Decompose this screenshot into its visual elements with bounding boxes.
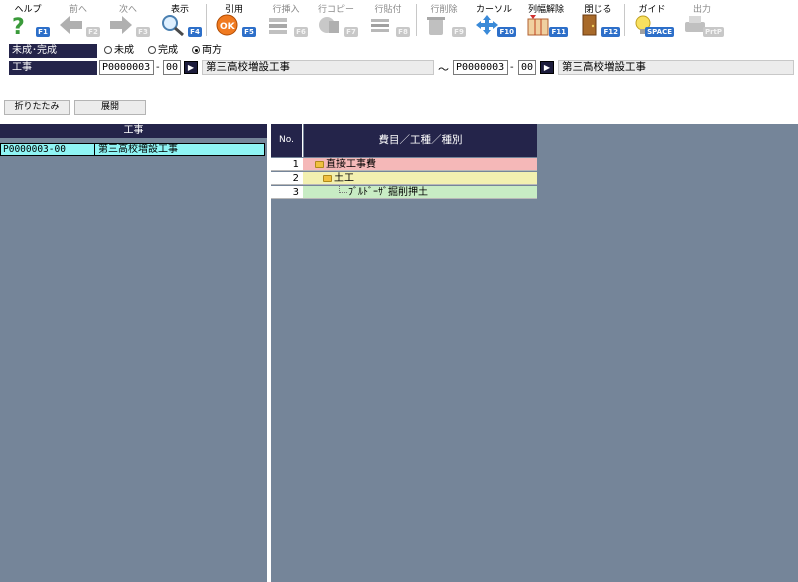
tree-branch-icon bbox=[339, 186, 347, 193]
radio-complete-indicator bbox=[148, 46, 156, 54]
row-label-cell: 土工 bbox=[303, 172, 537, 185]
radio-both-indicator bbox=[192, 46, 200, 54]
f6-key-badge: F6 bbox=[294, 27, 308, 37]
table-row[interactable]: 2 土工 bbox=[271, 172, 537, 185]
row-insert-icon bbox=[269, 18, 287, 34]
from-lookup-button[interactable]: ▶ bbox=[184, 61, 198, 74]
to-project-name: 第三高校増設工事 bbox=[558, 60, 794, 75]
f11-key-badge: F11 bbox=[549, 27, 568, 37]
prev-button[interactable]: 前へ F2 bbox=[54, 1, 102, 39]
from-project-sub-input[interactable]: 00 bbox=[163, 60, 181, 75]
col-header-no: No. bbox=[271, 124, 303, 157]
f1-key-badge: F1 bbox=[36, 27, 50, 37]
arrow-right-icon bbox=[110, 16, 132, 34]
cursor-icon bbox=[476, 15, 498, 35]
row-paste-icon bbox=[371, 19, 389, 32]
f9-key-badge: F9 bbox=[452, 27, 466, 37]
row-text: 直接工事費 bbox=[326, 159, 376, 170]
range-separator: ～ bbox=[438, 63, 449, 76]
row-paste-button[interactable]: 行貼付 F8 bbox=[364, 1, 412, 39]
column-width-icon bbox=[527, 15, 549, 36]
radio-both-label: 両方 bbox=[202, 45, 222, 56]
arrow-left-icon bbox=[60, 16, 82, 34]
row-copy-icon bbox=[319, 17, 339, 33]
radio-incomplete-label: 未成 bbox=[114, 45, 134, 56]
f8-key-badge: F8 bbox=[396, 27, 410, 37]
row-copy-button[interactable]: 行コピー F7 bbox=[312, 1, 360, 39]
table-row[interactable]: 3 ﾌﾞﾙﾄﾞｰｻﾞ掘削押土 bbox=[271, 186, 537, 199]
chevron-right-icon: ▶ bbox=[543, 63, 551, 72]
f12-key-badge: F12 bbox=[601, 27, 620, 37]
svg-text:?: ? bbox=[12, 15, 25, 37]
cost-tree-pane: No. 費目／工種／種別 1 直接工事費 2 土工 3 ﾌﾞﾙﾄﾞｰｻﾞ掘削押土 bbox=[271, 124, 798, 582]
column-divider bbox=[94, 144, 95, 155]
to-dash: - bbox=[510, 62, 514, 73]
f4-key-badge: F4 bbox=[188, 27, 202, 37]
project-code: P0000003-00 bbox=[3, 144, 66, 155]
help-icon: ? bbox=[12, 15, 25, 37]
collapse-button[interactable]: 折りたたみ bbox=[4, 100, 70, 115]
svg-text:OK: OK bbox=[220, 22, 236, 32]
to-project-sub-input[interactable]: 00 bbox=[518, 60, 536, 75]
status-filter-label: 未成･完成 bbox=[9, 44, 97, 58]
from-project-code-input[interactable]: P0000003 bbox=[99, 60, 154, 75]
table-row[interactable]: 1 直接工事費 bbox=[271, 158, 537, 171]
quote-button[interactable]: 引用 OK F5 bbox=[210, 1, 258, 39]
toolbar-separator bbox=[416, 4, 417, 36]
column-width-reset-button[interactable]: 列幅解除 F11 bbox=[522, 1, 570, 39]
radio-incomplete[interactable]: 未成 bbox=[104, 44, 134, 58]
display-button[interactable]: 表示 F4 bbox=[156, 1, 204, 39]
f10-key-badge: F10 bbox=[497, 27, 516, 37]
project-list-pane: 工事 P0000003-00 第三高校増設工事 bbox=[0, 124, 267, 582]
f5-key-badge: F5 bbox=[242, 27, 256, 37]
next-button[interactable]: 次へ F3 bbox=[104, 1, 152, 39]
row-number: 1 bbox=[271, 158, 303, 171]
cursor-button[interactable]: カーソル F10 bbox=[470, 1, 518, 39]
row-number: 2 bbox=[271, 172, 303, 185]
folder-icon bbox=[323, 175, 332, 182]
toolbar-separator bbox=[206, 4, 207, 36]
row-delete-icon bbox=[427, 17, 445, 35]
from-dash: - bbox=[156, 62, 160, 73]
to-lookup-button[interactable]: ▶ bbox=[540, 61, 554, 74]
output-button[interactable]: 出力 PrtP bbox=[678, 1, 726, 39]
row-insert-button[interactable]: 行挿入 F6 bbox=[262, 1, 310, 39]
prtp-key-badge: PrtP bbox=[702, 27, 724, 37]
magnifier-icon bbox=[162, 15, 184, 37]
radio-both[interactable]: 両方 bbox=[192, 44, 222, 58]
guide-button[interactable]: ガイド SPACE bbox=[628, 1, 676, 39]
toolbar-separator bbox=[624, 4, 625, 36]
row-delete-button[interactable]: 行削除 F9 bbox=[420, 1, 468, 39]
f2-key-badge: F2 bbox=[86, 27, 100, 37]
row-number: 3 bbox=[271, 186, 303, 199]
f3-key-badge: F3 bbox=[136, 27, 150, 37]
from-project-name: 第三高校増設工事 bbox=[202, 60, 434, 75]
row-text: ﾌﾞﾙﾄﾞｰｻﾞ掘削押土 bbox=[348, 187, 428, 198]
toolbar: ヘルプ ? F1 前へ F2 次へ F3 表示 F4 引用 OK F5 行挿入 … bbox=[0, 0, 798, 40]
row-text: 土工 bbox=[334, 173, 354, 184]
ok-icon: OK bbox=[216, 14, 238, 36]
folder-icon bbox=[315, 161, 324, 168]
project-list-header: 工事 bbox=[0, 124, 267, 138]
to-project-code-input[interactable]: P0000003 bbox=[453, 60, 508, 75]
project-name: 第三高校増設工事 bbox=[98, 144, 178, 155]
project-list-row[interactable]: P0000003-00 第三高校増設工事 bbox=[0, 143, 265, 156]
f7-key-badge: F7 bbox=[344, 27, 358, 37]
row-label-cell: 直接工事費 bbox=[303, 158, 537, 171]
radio-incomplete-indicator bbox=[104, 46, 112, 54]
close-button[interactable]: 閉じる F12 bbox=[574, 1, 622, 39]
radio-complete[interactable]: 完成 bbox=[148, 44, 178, 58]
space-key-badge: SPACE bbox=[645, 27, 674, 37]
chevron-right-icon: ▶ bbox=[187, 63, 195, 72]
expand-button[interactable]: 展開 bbox=[74, 100, 146, 115]
col-header-category: 費目／工種／種別 bbox=[304, 124, 537, 157]
help-button[interactable]: ヘルプ ? F1 bbox=[4, 1, 52, 39]
project-filter-label: 工事 bbox=[9, 61, 97, 75]
radio-complete-label: 完成 bbox=[158, 45, 178, 56]
door-icon bbox=[582, 14, 597, 36]
row-label-cell: ﾌﾞﾙﾄﾞｰｻﾞ掘削押土 bbox=[303, 186, 537, 199]
